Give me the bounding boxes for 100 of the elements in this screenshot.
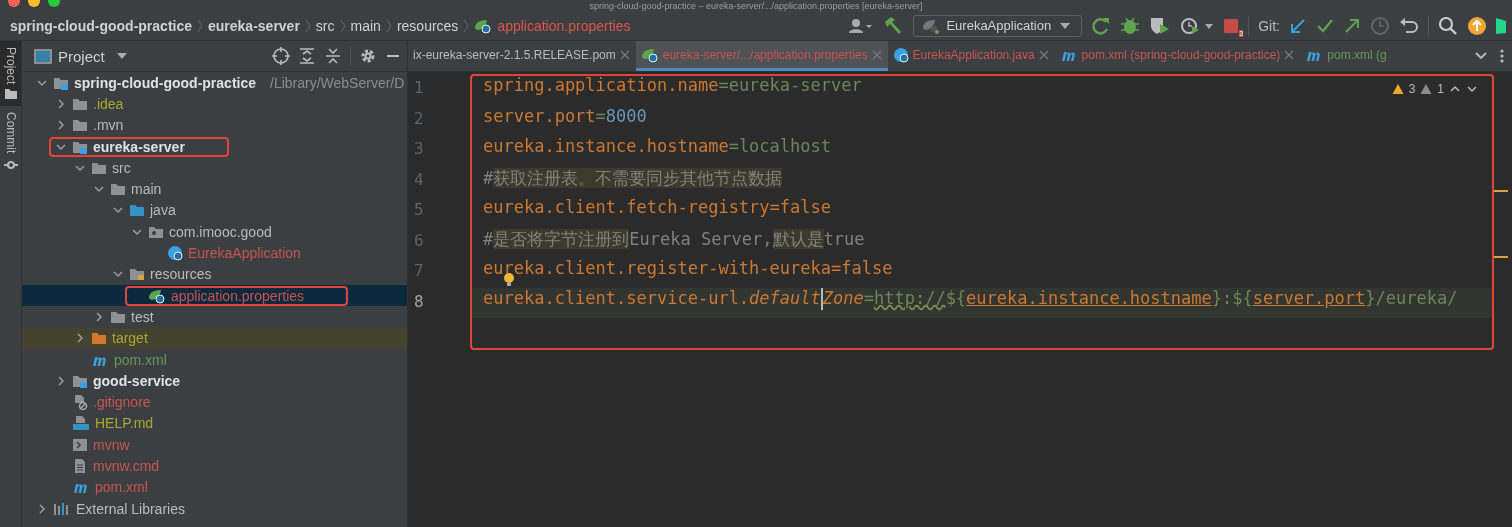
tree-item[interactable]: eureka-server	[93, 138, 185, 155]
collapse-all-icon[interactable]	[324, 47, 342, 65]
libraries-icon	[53, 501, 71, 516]
markdown-file-icon	[72, 415, 90, 432]
breadcrumb[interactable]: spring-cloud-good-practice	[10, 17, 192, 34]
code-line: eureka.client.register-with-eureka=false	[483, 258, 893, 289]
selected-row[interactable]: application.properties	[22, 284, 407, 307]
line-number: 1	[413, 77, 425, 99]
arrow-down-left-icon[interactable]	[1289, 16, 1307, 35]
breadcrumb[interactable]: main	[350, 17, 381, 34]
folder-icon	[72, 118, 88, 133]
chevron-separator-icon	[304, 18, 311, 33]
folder-icon	[110, 182, 126, 197]
leaf-gear-icon	[922, 17, 941, 34]
run-configuration-dropdown[interactable]: EurekaApplication	[913, 14, 1083, 37]
bug-icon[interactable]	[1120, 15, 1141, 36]
line-number: 7	[413, 260, 425, 282]
tree-item[interactable]: resources	[150, 266, 212, 283]
code-line: #是否将字节注册到Eureka Server,默认是true	[483, 227, 865, 251]
chevron-separator-icon	[339, 18, 346, 33]
tree-item[interactable]: good-service	[93, 372, 181, 389]
tree-item[interactable]: External Libraries	[76, 500, 185, 517]
line-number: 2	[413, 107, 425, 130]
tree-item[interactable]: pom.xml	[114, 351, 167, 368]
breadcrumb[interactable]: eureka-server	[208, 17, 300, 34]
leaf-gear-icon	[148, 287, 166, 304]
breadcrumb[interactable]: src	[315, 17, 335, 34]
app-logo-icon[interactable]	[1496, 15, 1506, 36]
tree-item[interactable]: .idea	[93, 95, 124, 112]
chevron-down-icon[interactable]	[1466, 83, 1478, 95]
ignored-file-icon	[72, 394, 88, 411]
folder-icon	[72, 96, 88, 111]
chevron-separator-icon	[197, 18, 203, 33]
code-line: server.port=8000	[483, 105, 647, 128]
clock-run-icon[interactable]	[1180, 15, 1215, 36]
project-view-selector[interactable]: Project	[34, 47, 131, 65]
chevron-icon[interactable]	[55, 97, 67, 110]
tool-window-tab[interactable]: Commit	[0, 106, 21, 178]
tree-item[interactable]: .mvn	[93, 117, 124, 134]
chevron-icon[interactable]	[36, 502, 48, 515]
editor-tab[interactable]: pom.xml (g	[1300, 41, 1466, 71]
stop-icon[interactable]	[1223, 17, 1240, 34]
path-hint: /Library/WebServer/D	[270, 74, 405, 91]
tree-item[interactable]: target	[112, 330, 148, 347]
close-icon[interactable]	[1038, 49, 1049, 60]
terminal-icon	[72, 437, 88, 452]
close-icon[interactable]	[619, 49, 630, 60]
excluded-row[interactable]: target	[22, 327, 407, 349]
update-icon[interactable]	[1467, 15, 1487, 36]
line-number: 3	[413, 138, 425, 160]
leaf-gear-icon	[640, 46, 659, 63]
leaf-gear-icon	[474, 17, 493, 34]
tree-item[interactable]: java	[150, 202, 176, 219]
class-icon	[167, 245, 183, 261]
rerun-icon[interactable]	[1091, 15, 1112, 36]
expand-all-icon[interactable]	[298, 47, 316, 65]
code-line: eureka.client.fetch-registry=false	[483, 197, 831, 219]
module-folder-icon	[72, 373, 88, 388]
panel-icon	[34, 48, 52, 64]
tree-item[interactable]: HELP.md	[95, 415, 154, 432]
code-line: #获取注册表。不需要同步其他节点数据	[483, 166, 783, 190]
tree-item[interactable]: main	[131, 181, 162, 198]
folder-icon	[3, 88, 18, 101]
settings-icon[interactable]	[359, 47, 377, 65]
search-icon[interactable]	[1438, 15, 1458, 36]
chevron-separator-icon	[463, 18, 470, 33]
tree-item[interactable]: application.properties	[171, 287, 305, 304]
chevron-separator-icon	[385, 18, 392, 33]
line-number: 6	[413, 229, 425, 252]
module-folder-icon	[53, 75, 69, 90]
warning-icon[interactable]	[1391, 83, 1404, 95]
line-number: 4	[413, 168, 425, 191]
weak-warning-icon[interactable]	[1420, 83, 1433, 95]
folder-icon	[91, 331, 107, 346]
class-icon	[892, 46, 909, 63]
tool-window-tab[interactable]: Project	[0, 41, 21, 107]
tree-item[interactable]: spring-cloud-good-practice	[74, 74, 256, 91]
tree-item[interactable]: com.imooc.good	[169, 223, 272, 240]
close-icon[interactable]	[1284, 49, 1295, 60]
code-line: spring.application.name=eureka-server	[483, 75, 862, 97]
person-icon[interactable]	[849, 17, 874, 34]
tree-item[interactable]: src	[112, 159, 131, 176]
chevron-icon[interactable]	[55, 374, 67, 387]
more-icon[interactable]	[1500, 48, 1504, 64]
crosshair-icon[interactable]	[272, 47, 290, 65]
tree-item[interactable]: test	[131, 308, 154, 325]
warning-count[interactable]: 3	[1408, 82, 1416, 96]
chevron-icon[interactable]	[55, 119, 67, 132]
resources-folder-icon	[129, 267, 145, 282]
chevron-icon[interactable]	[74, 332, 86, 345]
editor-tab[interactable]: ix-eureka-server-2.1.5.RELEASE.pom	[408, 41, 636, 71]
breadcrumb[interactable]: resources	[396, 17, 459, 34]
arrow-up-right-icon[interactable]	[1343, 16, 1361, 35]
code-line: eureka.instance.hostname=localhost	[483, 136, 831, 158]
undo-icon[interactable]	[1399, 16, 1419, 35]
weak-warning-count[interactable]: 1	[1437, 82, 1444, 96]
git-label: Git:	[1258, 17, 1280, 34]
folder-icon	[129, 203, 145, 218]
chevron-icon[interactable]	[93, 310, 105, 323]
line-number: 8	[413, 290, 425, 313]
